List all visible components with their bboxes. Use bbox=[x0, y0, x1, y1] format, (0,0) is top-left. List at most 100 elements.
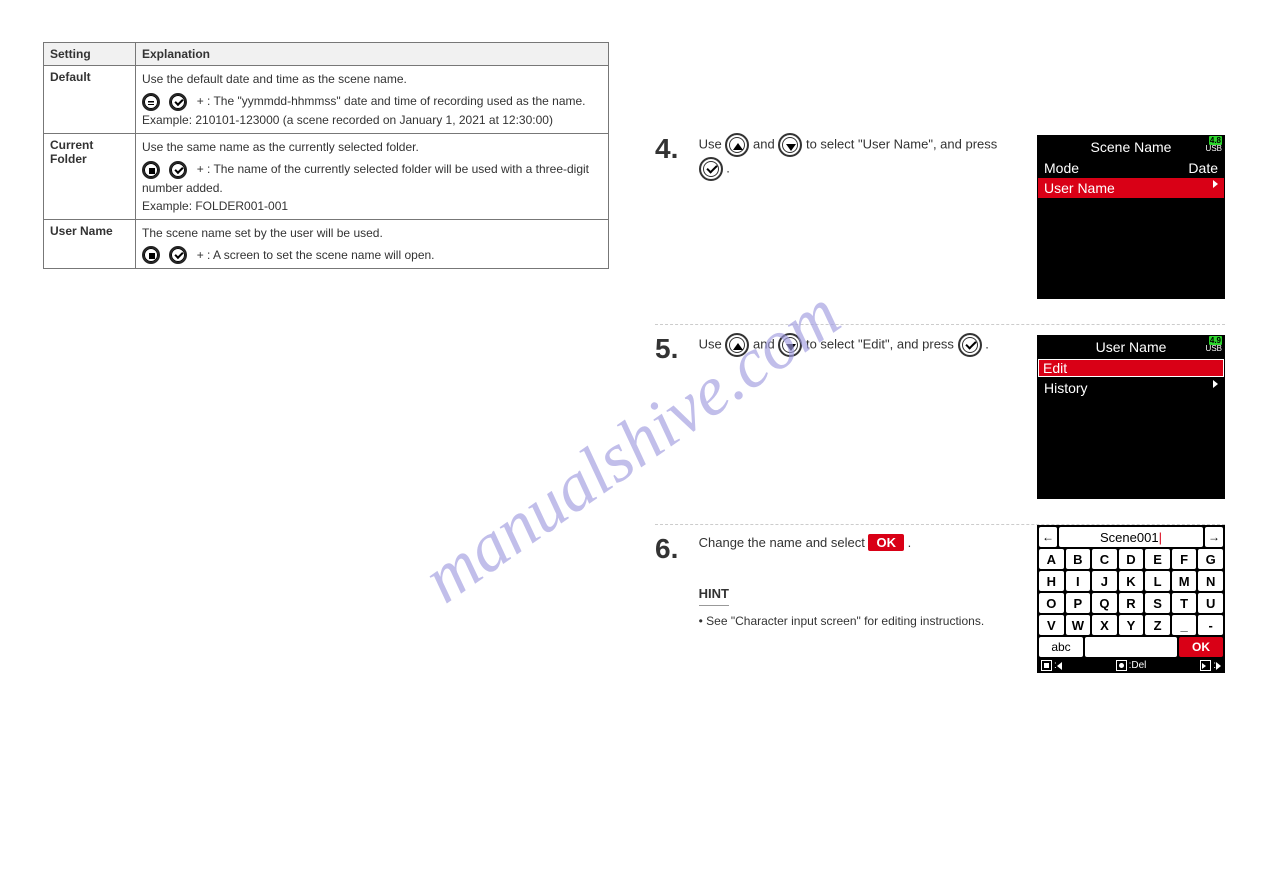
check-icon bbox=[699, 157, 723, 181]
up-icon bbox=[725, 133, 749, 157]
row-line: Use the default date and time as the sce… bbox=[142, 70, 602, 88]
device-screen-keyboard: ← Scene001| → ABCDEFG HIJKLMN OPQRSTU VWXYZ… bbox=[1037, 525, 1225, 673]
row-hint: + : The "yymmdd-hhmmss" date and time of… bbox=[197, 94, 586, 108]
keyboard-key[interactable]: C bbox=[1092, 549, 1117, 569]
menu-item[interactable]: History bbox=[1044, 380, 1088, 396]
cursor-left-button[interactable]: ← bbox=[1039, 527, 1057, 547]
hint-rec: :Del bbox=[1116, 660, 1147, 671]
table-row: Current Folder Use the same name as the … bbox=[44, 133, 609, 219]
check-icon bbox=[958, 333, 982, 357]
chevron-right-icon bbox=[1213, 180, 1218, 188]
cursor-right-button[interactable]: → bbox=[1205, 527, 1223, 547]
keyboard-key[interactable]: D bbox=[1119, 549, 1144, 569]
keyboard-key[interactable]: H bbox=[1039, 571, 1064, 591]
up-icon bbox=[725, 333, 749, 357]
mode-label: Mode bbox=[1044, 160, 1079, 176]
ok-button[interactable]: OK bbox=[1179, 637, 1223, 657]
keyboard-key[interactable]: L bbox=[1145, 571, 1170, 591]
check-icon bbox=[169, 161, 187, 179]
row-name: Current Folder bbox=[44, 133, 136, 219]
row-name: User Name bbox=[44, 219, 136, 269]
keyboard-key[interactable]: S bbox=[1145, 593, 1170, 613]
th-setting: Setting bbox=[44, 43, 136, 66]
row-line: Example: 210101-123000 (a scene recorded… bbox=[142, 111, 602, 129]
keyboard-key[interactable]: M bbox=[1172, 571, 1197, 591]
keyboard-key[interactable]: O bbox=[1039, 593, 1064, 613]
keyboard-key[interactable]: R bbox=[1119, 593, 1144, 613]
step-text: Use bbox=[699, 336, 722, 351]
stop-icon bbox=[142, 161, 160, 179]
step-text: to select "Edit", and press bbox=[806, 336, 954, 351]
step-number: 4. bbox=[655, 133, 695, 165]
case-toggle-button[interactable]: abc bbox=[1039, 637, 1083, 657]
menu-icon bbox=[142, 93, 160, 111]
table-row: User Name The scene name set by the user… bbox=[44, 219, 609, 269]
row-line: Use the same name as the currently selec… bbox=[142, 138, 602, 156]
keyboard-key[interactable]: G bbox=[1198, 549, 1223, 569]
keyboard-key[interactable]: V bbox=[1039, 615, 1064, 635]
step-text: and bbox=[753, 136, 775, 151]
keyboard-key[interactable]: A bbox=[1039, 549, 1064, 569]
keyboard-key[interactable]: Q bbox=[1092, 593, 1117, 613]
keyboard-key[interactable]: F bbox=[1172, 549, 1197, 569]
device-title: Scene Name bbox=[1091, 139, 1172, 155]
usb-label: USB bbox=[1206, 144, 1222, 153]
selected-item[interactable]: Edit bbox=[1043, 360, 1067, 376]
down-icon bbox=[778, 333, 802, 357]
keyboard-key[interactable]: I bbox=[1066, 571, 1091, 591]
step-number: 5. bbox=[655, 333, 695, 365]
keyboard-key[interactable]: _ bbox=[1172, 615, 1197, 635]
step-6: 6. Change the name and select OK . HINT … bbox=[655, 525, 1225, 725]
keyboard-key[interactable]: E bbox=[1145, 549, 1170, 569]
ok-inline-icon: OK bbox=[868, 534, 904, 551]
keyboard-key[interactable]: B bbox=[1066, 549, 1091, 569]
name-input[interactable]: Scene001| bbox=[1059, 527, 1203, 547]
row-name: Default bbox=[44, 66, 136, 134]
down-icon bbox=[778, 133, 802, 157]
selected-item[interactable]: User Name bbox=[1044, 180, 1115, 196]
space-button[interactable] bbox=[1085, 637, 1177, 657]
table-row: Default Use the default date and time as… bbox=[44, 66, 609, 134]
step-number: 6. bbox=[655, 533, 695, 565]
row-hint: + : The name of the currently selected f… bbox=[142, 162, 589, 195]
keyboard-key[interactable]: W bbox=[1066, 615, 1091, 635]
step-5: 5. Use and to select "Edit", and press .… bbox=[655, 325, 1225, 525]
steps-column: 4. Use and to select "User Name", and pr… bbox=[655, 125, 1225, 725]
keyboard-key[interactable]: Y bbox=[1119, 615, 1144, 635]
th-explanation: Explanation bbox=[136, 43, 609, 66]
step-text: and bbox=[753, 336, 775, 351]
hint-label: HINT bbox=[699, 584, 729, 606]
keyboard-key[interactable]: Z bbox=[1145, 615, 1170, 635]
device-screen-user-name: User Name 4.9 USB Edit History bbox=[1037, 335, 1225, 499]
stop-icon bbox=[142, 246, 160, 264]
keyboard-key[interactable]: J bbox=[1092, 571, 1117, 591]
keyboard-key[interactable]: K bbox=[1119, 571, 1144, 591]
step-text: Change the name and select bbox=[699, 535, 865, 550]
step-text: Use bbox=[699, 136, 722, 151]
hint-stop: : bbox=[1041, 660, 1062, 671]
check-icon bbox=[169, 246, 187, 264]
step-4: 4. Use and to select "User Name", and pr… bbox=[655, 125, 1225, 325]
hint-bullet: • See "Character input screen" for editi… bbox=[699, 612, 1009, 631]
keyboard-key[interactable]: - bbox=[1198, 615, 1223, 635]
keyboard-key[interactable]: U bbox=[1198, 593, 1223, 613]
step-text: . bbox=[908, 535, 912, 550]
step-text: to select "User Name", and press bbox=[806, 136, 997, 151]
step-text: . bbox=[985, 336, 989, 351]
mode-value: Date bbox=[1188, 160, 1218, 176]
keyboard-key[interactable]: T bbox=[1172, 593, 1197, 613]
step-text: . bbox=[726, 160, 730, 175]
row-hint: + : A screen to set the scene name will … bbox=[197, 248, 435, 262]
keyboard-key[interactable]: P bbox=[1066, 593, 1091, 613]
check-icon bbox=[169, 93, 187, 111]
row-line: The scene name set by the user will be u… bbox=[142, 224, 602, 242]
keyboard-key[interactable]: X bbox=[1092, 615, 1117, 635]
usb-label: USB bbox=[1206, 344, 1222, 353]
keyboard-key[interactable]: N bbox=[1198, 571, 1223, 591]
row-line: Example: FOLDER001-001 bbox=[142, 197, 602, 215]
chevron-right-icon bbox=[1213, 380, 1218, 388]
device-title: User Name bbox=[1096, 339, 1167, 355]
device-screen-scene-name: Scene Name 4.8 USB Mode Date User Name bbox=[1037, 135, 1225, 299]
hint-play: : bbox=[1200, 660, 1221, 671]
settings-table: Setting Explanation Default Use the defa… bbox=[43, 42, 609, 269]
